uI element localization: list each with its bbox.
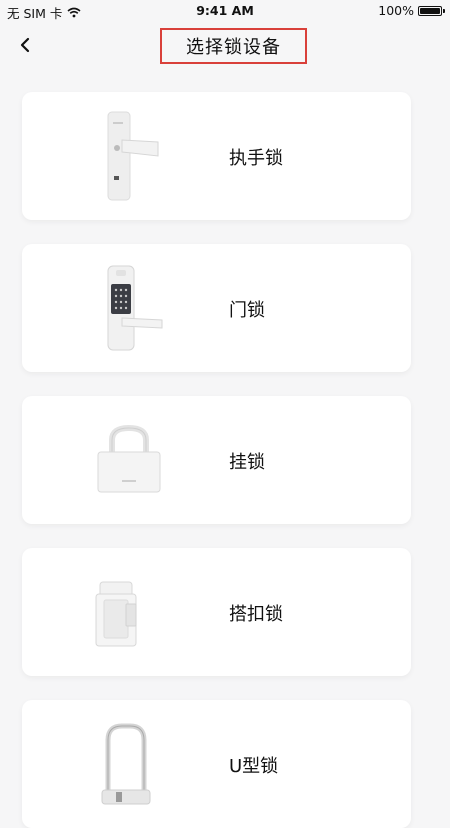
- keypad-door-lock-image: [107, 265, 163, 351]
- back-button[interactable]: [12, 31, 40, 59]
- device-card-padlock[interactable]: 挂锁: [22, 396, 411, 524]
- device-label: 挂锁: [229, 452, 265, 473]
- nav-bar: 选择锁设备: [0, 22, 450, 68]
- device-card-lever-lock[interactable]: 执手锁: [22, 92, 411, 220]
- device-card-hasp-lock[interactable]: 搭扣锁: [22, 548, 411, 676]
- device-label: U型锁: [229, 756, 279, 777]
- padlock-image: [97, 424, 161, 493]
- device-label: 门锁: [229, 300, 265, 321]
- hasp-lock-image: [95, 581, 137, 647]
- u-lock-image: [101, 723, 151, 805]
- chevron-left-icon: [20, 37, 30, 53]
- battery-icon: [418, 5, 445, 16]
- page-title: 选择锁设备: [160, 28, 307, 64]
- lever-handle-lock-image: [107, 111, 159, 201]
- device-label: 搭扣锁: [229, 604, 283, 625]
- battery-percent: 100%: [378, 3, 414, 18]
- device-card-door-lock[interactable]: 门锁: [22, 244, 411, 372]
- device-label: 执手锁: [229, 148, 283, 169]
- device-card-u-lock[interactable]: U型锁: [22, 700, 411, 828]
- status-right: 100%: [378, 3, 445, 18]
- status-bar: 无 SIM 卡 9:41 AM 100%: [0, 0, 450, 22]
